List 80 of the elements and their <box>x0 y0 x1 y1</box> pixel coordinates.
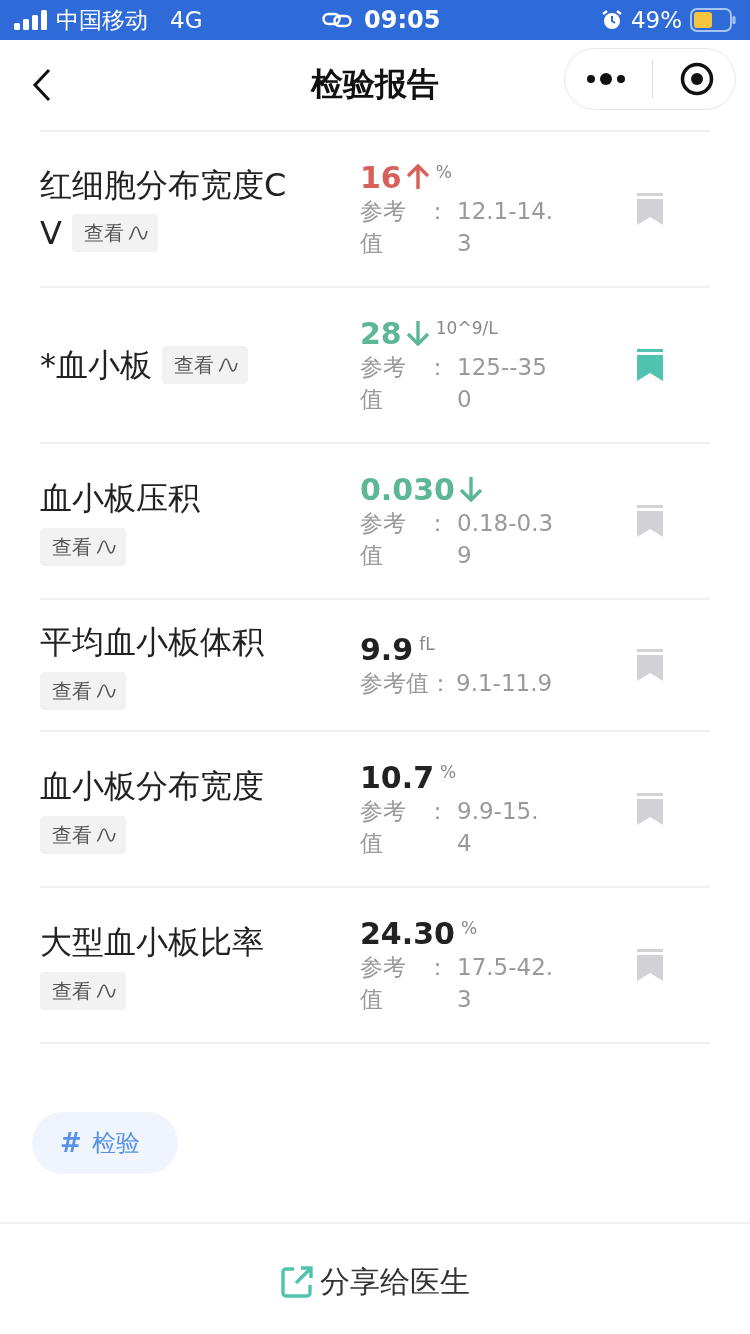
bookmark-icon[interactable] <box>637 649 663 681</box>
test-name: 血小板分布宽度 <box>40 766 264 807</box>
carrier-text: 中国移动 <box>56 5 148 35</box>
battery-icon <box>690 8 736 32</box>
reference-label: 参考 <box>360 508 406 538</box>
wave-icon <box>218 357 238 373</box>
result-value: 16 <box>360 159 402 195</box>
reference-value: 9.9-15. <box>457 796 540 826</box>
colon-text: ： <box>425 796 450 826</box>
reference-value: 9 <box>457 540 473 570</box>
wave-icon <box>96 683 116 699</box>
reference-label: 值 <box>360 384 384 414</box>
reference-label: 参考 <box>360 352 406 382</box>
reference-value: 17.5-42. <box>457 952 555 982</box>
unit-text: % <box>440 761 457 782</box>
tag-label: 检验 <box>91 1128 140 1159</box>
page-title: 检验报告 <box>311 64 439 105</box>
back-icon[interactable] <box>32 68 52 102</box>
reference-label: 参考 <box>360 796 406 826</box>
test-name: 血小板压积 <box>40 478 200 519</box>
more-icon[interactable] <box>586 72 627 86</box>
reference-value: 0 <box>457 384 473 414</box>
test-name: 红细胞分布宽度C <box>40 165 287 206</box>
view-button[interactable]: 查看 <box>40 972 126 1010</box>
colon-text: ： <box>425 508 450 538</box>
reference-value: 12.1-14. <box>457 196 555 226</box>
network-text: 4G <box>170 7 203 33</box>
result-value: 10.7 <box>360 759 435 795</box>
reference-label: 值 <box>360 228 384 258</box>
wave-icon <box>96 827 116 843</box>
time-text: 09:05 <box>364 6 441 34</box>
reference-value: 3 <box>457 984 473 1014</box>
unit-text: % <box>435 161 452 182</box>
bookmark-icon[interactable] <box>637 193 663 225</box>
signal-icon <box>14 10 48 30</box>
reference-label: 值 <box>360 540 384 570</box>
reference-value: 125--35 <box>457 352 548 382</box>
reference-label: 参考值 <box>360 668 429 698</box>
result-value: 0.030 <box>360 471 455 507</box>
unit-text: % <box>460 917 478 938</box>
reference-label: 值 <box>360 984 384 1014</box>
colon-text: ： <box>425 196 450 226</box>
alarm-clock-icon <box>600 9 623 31</box>
colon-text: ： <box>425 952 450 982</box>
close-icon[interactable] <box>679 62 714 96</box>
test-name: 大型血小板比率 <box>40 922 264 963</box>
battery-percent: 49% <box>630 7 682 33</box>
share-button[interactable]: 分享给医生 <box>280 1262 470 1302</box>
reference-value: 9.1-11.9 <box>456 668 554 698</box>
wave-icon <box>127 225 148 241</box>
view-button[interactable]: 查看 <box>40 672 126 710</box>
wave-icon <box>96 983 116 999</box>
unit-text: fL <box>419 633 435 654</box>
share-icon <box>280 1265 314 1299</box>
colon-text: ： <box>425 352 450 382</box>
colon-text: ： <box>429 668 453 698</box>
reference-value: 4 <box>457 828 473 858</box>
test-name: V <box>40 213 62 254</box>
reference-label: 参考 <box>360 952 406 982</box>
bookmark-icon[interactable] <box>637 349 663 381</box>
view-button[interactable]: 查看 <box>162 346 248 384</box>
reference-value: 3 <box>457 228 473 258</box>
view-button[interactable]: 查看 <box>40 528 126 566</box>
bookmark-icon[interactable] <box>637 793 663 825</box>
test-name: *血小板 <box>40 345 152 386</box>
test-name: 平均血小板体积 <box>40 622 264 663</box>
view-button[interactable]: 查看 <box>40 816 126 854</box>
reference-label: 值 <box>360 828 384 858</box>
result-value: 28 <box>360 315 402 351</box>
unit-text: 10^9/L <box>435 317 498 338</box>
view-button[interactable]: 查看 <box>71 214 158 252</box>
wave-icon <box>96 539 116 555</box>
reference-value: 0.18-0.3 <box>457 508 555 538</box>
reference-label: 参考 <box>360 196 406 226</box>
bookmark-icon[interactable] <box>637 505 663 537</box>
link-icon <box>322 12 352 28</box>
bookmark-icon[interactable] <box>637 949 663 981</box>
result-value: 24.30 <box>360 915 455 951</box>
result-value: 9.9 <box>360 631 414 667</box>
hash-text: # <box>60 1128 82 1158</box>
